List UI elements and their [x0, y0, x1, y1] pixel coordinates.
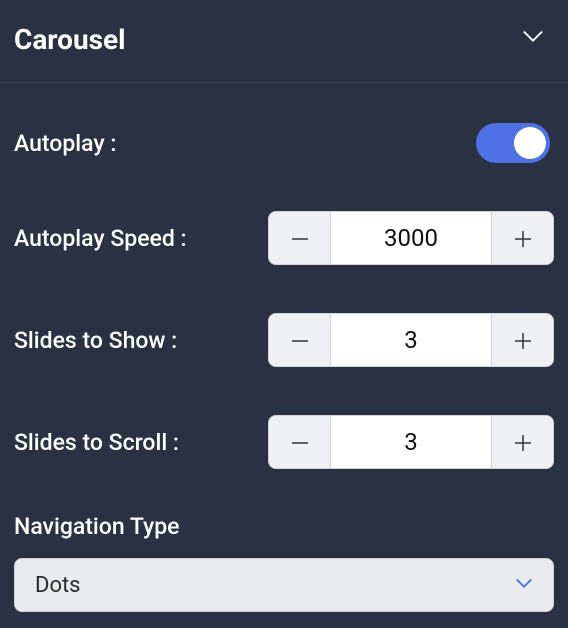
autoplay-speed-row: Autoplay Speed : 3000: [14, 187, 554, 289]
slides-to-show-stepper: 3: [268, 313, 554, 367]
slides-to-scroll-label: Slides to Scroll :: [14, 429, 179, 456]
minus-icon: [291, 426, 309, 459]
minus-icon: [291, 324, 309, 357]
slides-to-scroll-value[interactable]: 3: [331, 416, 491, 468]
autoplay-toggle[interactable]: [476, 123, 550, 163]
autoplay-row: Autoplay :: [14, 99, 554, 187]
slides-to-scroll-stepper: 3: [268, 415, 554, 469]
navigation-type-value: Dots: [35, 573, 81, 598]
autoplay-speed-increment[interactable]: [491, 212, 553, 264]
autoplay-speed-stepper: 3000: [268, 211, 554, 265]
plus-icon: [514, 324, 532, 357]
navigation-type-label: Navigation Type: [14, 493, 554, 558]
toggle-knob: [514, 127, 546, 159]
slides-to-scroll-row: Slides to Scroll : 3: [14, 391, 554, 493]
navigation-type-select[interactable]: Dots: [14, 558, 554, 612]
autoplay-label: Autoplay :: [14, 130, 116, 157]
slides-to-show-decrement[interactable]: [269, 314, 331, 366]
collapse-toggle[interactable]: [516, 22, 550, 56]
slides-to-scroll-increment[interactable]: [491, 416, 553, 468]
plus-icon: [514, 222, 532, 255]
slides-to-show-row: Slides to Show : 3: [14, 289, 554, 391]
autoplay-speed-value[interactable]: 3000: [331, 212, 491, 264]
minus-icon: [291, 222, 309, 255]
slides-to-show-increment[interactable]: [491, 314, 553, 366]
panel-title: Carousel: [14, 23, 126, 56]
autoplay-speed-decrement[interactable]: [269, 212, 331, 264]
plus-icon: [514, 426, 532, 459]
chevron-down-icon: [522, 28, 544, 50]
panel-header: Carousel: [0, 0, 568, 83]
slides-to-show-value[interactable]: 3: [331, 314, 491, 366]
slides-to-show-label: Slides to Show :: [14, 327, 177, 354]
autoplay-speed-label: Autoplay Speed :: [14, 225, 187, 252]
panel-body: Autoplay : Autoplay Speed : 3000 Slides …: [0, 83, 568, 628]
slides-to-scroll-decrement[interactable]: [269, 416, 331, 468]
